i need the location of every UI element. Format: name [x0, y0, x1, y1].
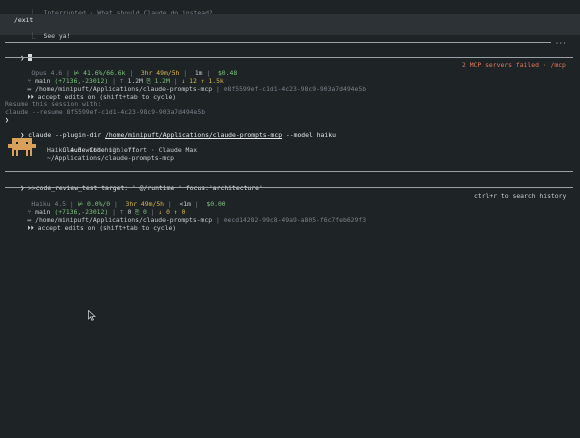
- exit-reply: ⎿ See ya!: [14, 24, 70, 40]
- edit-mode-line-1: ⏵⏵ accept edits on (shift+tab to cycle): [12, 85, 176, 101]
- cost: $0.00: [206, 200, 226, 208]
- resume-hint: Resume this session with:: [5, 100, 102, 108]
- exit-command-block: [0, 14, 580, 35]
- banner-model-line: Haiku 4.5 with high effort · Claude Max: [47, 146, 198, 154]
- mouse-pointer-icon: [88, 310, 96, 321]
- git-status-line-2: ⑂ main (+7136,-23012) | ⊤ 0 ⎘ 0 | ↓ 0 ↑ …: [27, 208, 186, 216]
- claude-mascot-icon: [8, 138, 36, 156]
- status-line-2: Haiku 4.5 | ⊭ 0.0%/0 | 3hr 49m/5h | <1m …: [31, 200, 226, 208]
- prompt-input-text: >>code_review_test target: ' @/runtime '…: [28, 184, 263, 192]
- edit-mode-text: accept edits on (shift+tab to cycle): [37, 224, 177, 232]
- banner-title: Claude Code v2.1.71: [47, 138, 135, 154]
- interrupt-line: ⎿ Interrupted · What should Claude do in…: [14, 1, 212, 17]
- git-status-line-1: ⑂ main (+7136,-23012) | ⊤ 1.2M ⎘ 1.2M | …: [27, 77, 224, 85]
- session-id: ecd14282-99c8-49a9-a805-f6c7feb629f3: [227, 216, 367, 224]
- divider: [5, 42, 551, 43]
- fast-forward-icon: ⏵⏵: [27, 224, 34, 232]
- edit-mode-line-2: ⏵⏵ accept edits on (shift+tab to cycle): [12, 216, 176, 232]
- prompt-chevron-icon: ❯: [20, 184, 25, 192]
- resume-command[interactable]: claude --resume 8f5599ef-c1d1-4c23-98c9-…: [5, 108, 205, 116]
- prompt-input[interactable]: ❯ >>code_review_test target: ' @/runtime…: [5, 176, 262, 192]
- empty-prompt[interactable]: ❯: [5, 46, 33, 62]
- divider: [5, 171, 573, 172]
- folder-line-1: ▬ /home/minipuft/Applications/claude-pro…: [27, 85, 367, 93]
- session-id: 8f5599ef-c1d1-4c23-98c9-903a7d494e5b: [227, 85, 367, 93]
- divider: [5, 57, 573, 58]
- banner-folder-line: ~/Applications/claude-prompts-mcp: [47, 154, 174, 162]
- mcp-warning[interactable]: 2 MCP servers failed · /mcp: [462, 61, 566, 69]
- command-post: --model haiku: [282, 131, 336, 139]
- terminal-window[interactable]: ⎿ Interrupted · What should Claude do in…: [0, 0, 580, 438]
- more-dots: ···: [555, 39, 567, 47]
- folder-line-2: ▬ /home/minipuft/Applications/claude-pro…: [27, 216, 367, 224]
- status-line-1: Opus 4.6 | ⊭ 41.6%/66.6k | 3hr 49m/5h | …: [31, 69, 238, 77]
- search-history-hint: ctrl+r to search history: [474, 192, 567, 200]
- shell-command-line: ❯ claude --plugin-dir /home/minipuft/App…: [5, 123, 336, 139]
- exit-command: /exit: [14, 16, 34, 24]
- exit-reply-text: See ya!: [43, 32, 71, 40]
- reply-marker: ⎿: [29, 32, 36, 40]
- divider: [5, 187, 573, 188]
